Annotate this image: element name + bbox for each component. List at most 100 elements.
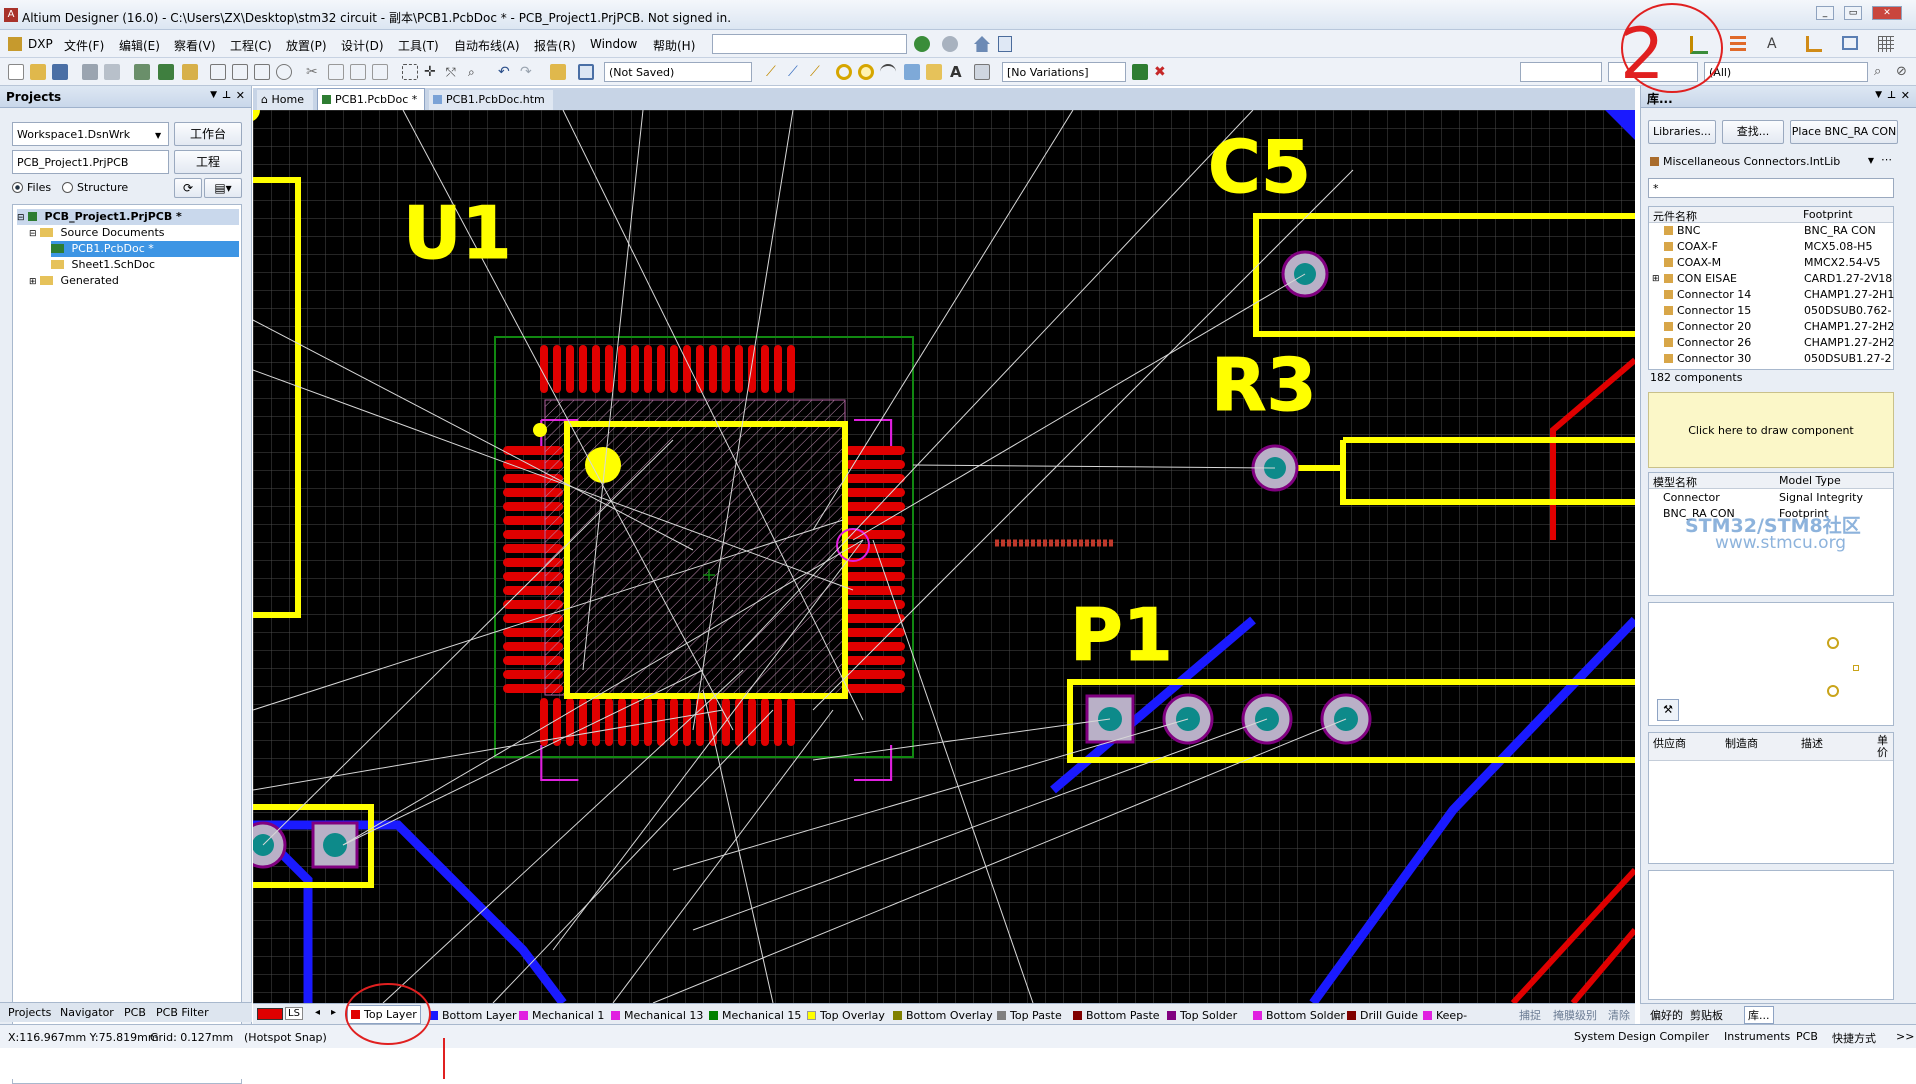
maximize-button[interactable]: ▭ — [1844, 6, 1862, 20]
layer-tab-bottom-layer[interactable]: Bottom Layer — [429, 1008, 517, 1024]
open-folder-icon[interactable] — [30, 64, 46, 80]
layer-tab-mechanical-15[interactable]: Mechanical 15 — [709, 1008, 801, 1024]
layer-scroll-left-icon[interactable]: ◂ — [315, 1007, 320, 1018]
search-button[interactable]: 查找... — [1722, 120, 1784, 144]
zoom-icon[interactable] — [276, 64, 292, 80]
forward-icon[interactable] — [942, 36, 958, 52]
place-dimension-icon[interactable] — [1806, 36, 1822, 52]
route-icon[interactable]: ⟋ — [766, 64, 782, 80]
print-icon[interactable] — [82, 64, 98, 80]
move-icon[interactable]: ✛ — [424, 64, 440, 80]
tab-pcb1-htm[interactable]: PCB1.PcbDoc.htm — [429, 90, 553, 110]
deselect-icon[interactable]: ⤲ — [446, 64, 462, 80]
align-icon[interactable] — [1730, 36, 1746, 52]
library-more-icon[interactable]: ⋯ — [1881, 153, 1892, 166]
drc-icon[interactable] — [1132, 64, 1148, 80]
arc-icon[interactable] — [880, 64, 896, 80]
menu-project[interactable]: 工程(C) — [230, 37, 272, 54]
tab-pcb-filter[interactable]: PCB Filter — [156, 1006, 209, 1019]
tab-clipboard[interactable]: 剪贴板 — [1690, 1007, 1723, 1023]
library-select[interactable]: Miscellaneous Connectors.IntLib ▼ ⋯ — [1648, 152, 1894, 172]
tab-home[interactable]: ⌂ Home — [257, 90, 313, 110]
tree-item-sheet1[interactable]: Sheet1.SchDoc — [51, 257, 155, 273]
redo-icon[interactable]: ↷ — [520, 64, 536, 80]
status-design-compiler[interactable]: Design Compiler — [1618, 1030, 1709, 1043]
undo-icon[interactable]: ↶ — [498, 64, 514, 80]
menu-help[interactable]: 帮助(H) — [653, 37, 695, 54]
fill-icon[interactable] — [904, 64, 920, 80]
multi-route-icon[interactable]: ⟋ — [810, 64, 826, 80]
address-combo[interactable] — [712, 34, 907, 54]
filter-combo-1[interactable] — [1520, 62, 1602, 82]
col-supplier[interactable]: 供应商 — [1653, 735, 1686, 751]
collapse-icon[interactable]: ⊟ — [29, 229, 37, 239]
interactive-routing-icon[interactable] — [1690, 36, 1708, 54]
col-component-name[interactable]: 元件名称 — [1653, 208, 1697, 224]
preview-tool-icon[interactable]: ⚒ — [1657, 699, 1679, 721]
place-via-icon[interactable] — [858, 64, 874, 80]
menu-dxp[interactable]: DXP — [28, 37, 53, 51]
layer-tab-mechanical-1[interactable]: Mechanical 1 — [519, 1008, 604, 1024]
place-pad-icon[interactable] — [836, 64, 852, 80]
tab-favorites[interactable]: 偏好的 — [1650, 1007, 1683, 1023]
new-file-icon[interactable] — [8, 64, 24, 80]
folder-icon[interactable] — [182, 64, 198, 80]
panel-menu-icon[interactable]: ▼ — [1875, 90, 1882, 100]
panel-pin-icon[interactable]: ⊥ — [1887, 90, 1896, 101]
menu-design[interactable]: 设计(D) — [341, 37, 384, 54]
workspace-chevron-icon[interactable]: ▼ — [155, 131, 161, 140]
inspector-icon[interactable] — [578, 64, 594, 80]
menu-autoroute[interactable]: 自动布线(A) — [454, 37, 520, 54]
filter-apply-icon[interactable]: ⌕ — [1874, 64, 1890, 80]
pcb-canvas[interactable]: U1 C5 R3 P1 — [253, 110, 1635, 1003]
list-item[interactable]: Connector 30 050DSUB1.27-2 — [1650, 351, 1894, 367]
workspace-combo[interactable]: Workspace1.DsnWrk — [12, 122, 169, 146]
place-component-button[interactable]: Place BNC_RA CON — [1790, 120, 1898, 144]
layer-tab-top-paste[interactable]: Top Paste — [997, 1008, 1062, 1024]
grid-icon[interactable] — [1878, 36, 1894, 52]
list-item[interactable]: Connector 26 CHAMP1.27-2H2 — [1650, 335, 1894, 351]
back-icon[interactable] — [914, 36, 930, 52]
menu-reports[interactable]: 报告(R) — [534, 37, 576, 54]
col-footprint[interactable]: Footprint — [1803, 208, 1853, 221]
tree-item-source-documents[interactable]: ⊟ Source Documents — [29, 225, 165, 241]
menu-file[interactable]: 文件(F) — [64, 37, 104, 54]
menu-place[interactable]: 放置(P) — [286, 37, 327, 54]
status-pcb[interactable]: PCB — [1796, 1030, 1818, 1043]
filter-clear-icon[interactable]: ⊘ — [1896, 64, 1912, 80]
layer-tab-top-solder[interactable]: Top Solder — [1167, 1008, 1237, 1024]
layer-tab-bottom-overlay[interactable]: Bottom Overlay — [893, 1008, 993, 1024]
layer-tab-top-overlay[interactable]: Top Overlay — [807, 1008, 885, 1024]
tab-projects[interactable]: Projects — [8, 1006, 51, 1019]
close-button[interactable]: ✕ — [1872, 6, 1902, 20]
bookmark-icon[interactable] — [998, 36, 1012, 52]
tab-pcb1-doc[interactable]: PCB1.PcbDoc * — [317, 88, 425, 110]
place-string-icon[interactable]: A — [1767, 36, 1777, 52]
workspace-button[interactable]: 工作台 — [174, 122, 242, 146]
filter-combo-2[interactable] — [1608, 62, 1698, 82]
menu-window[interactable]: Window — [590, 37, 637, 51]
saved-state-combo[interactable]: (Not Saved) — [604, 62, 752, 82]
select-area-icon[interactable] — [402, 64, 418, 80]
place-text-icon[interactable]: A — [950, 64, 966, 80]
list-item[interactable]: COAX-M MMCX2.54-V5 — [1650, 255, 1894, 271]
list-item[interactable]: COAX-F MCX5.08-H5 — [1650, 239, 1894, 255]
copy-icon[interactable] — [328, 64, 344, 80]
col-model-name[interactable]: 模型名称 — [1653, 474, 1697, 490]
status-shortcuts[interactable]: 快捷方式 — [1832, 1030, 1876, 1046]
menu-tools[interactable]: 工具(T) — [398, 37, 439, 54]
layer-set-ls[interactable]: LS — [285, 1007, 303, 1020]
layer-tab-drill-guide[interactable]: Drill Guide — [1347, 1008, 1418, 1024]
layer-tab-keep-out[interactable]: Keep- — [1423, 1008, 1467, 1024]
pcb-drawing[interactable]: U1 C5 R3 P1 — [253, 110, 1635, 1003]
files-radio[interactable] — [12, 182, 23, 193]
layer-tab-mechanical-13[interactable]: Mechanical 13 — [611, 1008, 703, 1024]
col-unit-price[interactable]: 单价 — [1877, 735, 1889, 759]
layer-scroll-right-icon[interactable]: ▸ — [331, 1007, 336, 1018]
zoom-area-icon[interactable] — [232, 64, 248, 80]
minimize-button[interactable]: _ — [1816, 6, 1834, 20]
project-button[interactable]: 工程 — [174, 150, 242, 174]
model-row-signal-integrity[interactable]: Connector — [1663, 490, 1720, 506]
tab-libraries[interactable]: 库... — [1744, 1006, 1774, 1024]
panel-close-icon[interactable]: ✕ — [236, 89, 245, 102]
